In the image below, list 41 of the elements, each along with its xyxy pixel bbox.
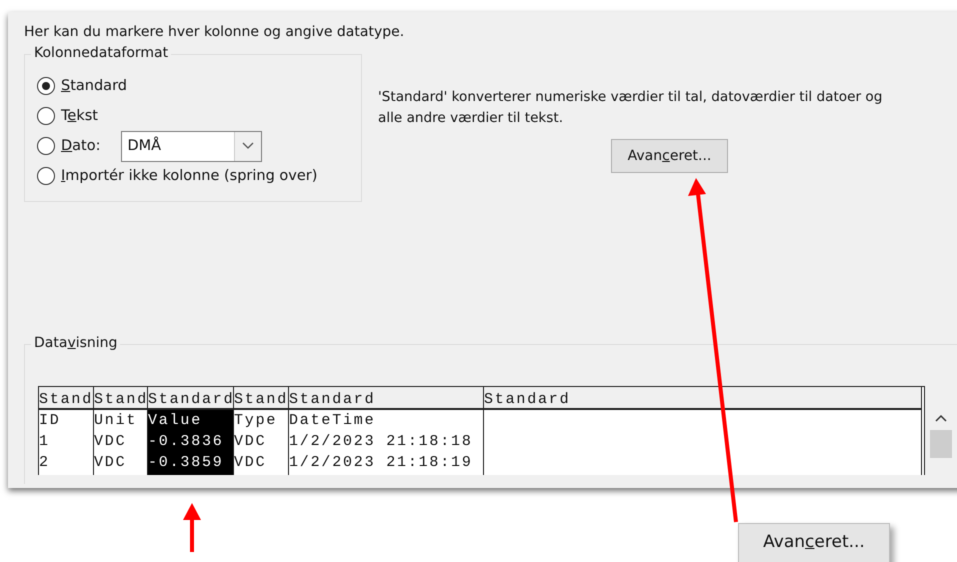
table-cell-text: VDC	[234, 453, 268, 473]
radio-label[interactable]: Standard	[61, 78, 127, 94]
radio-label[interactable]: Tekst	[61, 108, 98, 124]
description-text: alle andre værdier til tekst.	[378, 109, 564, 128]
column-header[interactable]: Stand	[94, 387, 147, 410]
table-cell-text: VDC	[94, 432, 128, 452]
column-header[interactable]: Stand	[39, 387, 93, 410]
table-cell-text: 1/2/2023 21:18:19	[289, 453, 474, 473]
table-cell-text: Type	[234, 411, 278, 431]
radio-label[interactable]: Importér ikke kolonne (spring over)	[61, 168, 318, 184]
scroll-up-icon[interactable]	[934, 414, 946, 422]
column-data[interactable]: Value -0.3836 -0.3859	[148, 410, 233, 475]
column-header[interactable]: Standard	[484, 387, 921, 410]
table-cell-text: ID	[39, 411, 62, 431]
description-text: 'Standard' konverterer numeriske værdier til tal, datoværdier til datoer og	[378, 88, 882, 107]
radio-button[interactable]	[37, 77, 55, 95]
instruction-text: Her kan du markere hver kolonne og angive datatype.	[24, 24, 406, 40]
radio-label[interactable]: Dato:	[61, 138, 100, 154]
table-cell-text: VDC	[234, 432, 268, 452]
table-cell-text: Value	[148, 411, 204, 431]
advanced-button[interactable]: Avanceret...	[611, 139, 728, 173]
column-header[interactable]: Standard	[289, 387, 483, 410]
table-cell-text: Unit	[94, 411, 138, 431]
scrollbar-thumb[interactable]	[930, 430, 952, 458]
radio-button[interactable]	[37, 107, 55, 125]
advanced-button-callout[interactable]: Avanceret...	[738, 523, 890, 562]
table-cell-text: 2	[39, 453, 51, 473]
table-cell-text: VDC	[94, 453, 128, 473]
table-cell-text: DateTime	[289, 411, 376, 431]
radio-button[interactable]	[37, 137, 55, 155]
pointer-arrow	[183, 503, 201, 552]
table-cell-text: -0.3836	[148, 432, 225, 452]
column-header[interactable]: Stand	[234, 387, 288, 410]
group-title: Datavisning	[31, 335, 120, 351]
date-format-dropdown[interactable]: DMÅ	[120, 130, 262, 162]
table-cell-text: 1/2/2023 21:18:18	[289, 432, 474, 452]
table-cell-text: 1	[39, 432, 51, 452]
radio-button[interactable]	[37, 167, 55, 185]
chevron-down-icon	[242, 142, 254, 150]
table-cell-text: -0.3859	[148, 453, 225, 473]
column-header[interactable]: Standard	[148, 387, 233, 410]
